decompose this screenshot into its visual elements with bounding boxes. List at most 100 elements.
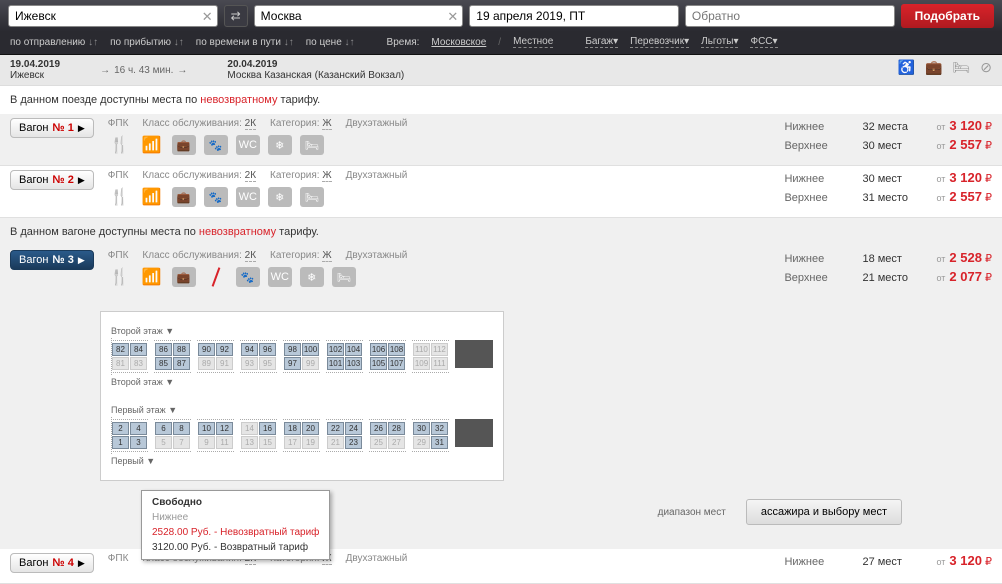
place-type: Нижнее: [784, 173, 844, 185]
seat[interactable]: 90: [198, 343, 215, 356]
wagon-meta: ФПК Класс обслуживания: 2К Категория: Ж …: [108, 170, 718, 181]
seat: 27: [388, 436, 405, 449]
place-type: Верхнее: [784, 272, 844, 284]
seat[interactable]: 85: [155, 357, 172, 370]
sort-arrival[interactable]: по прибытию ↓↑: [110, 37, 184, 48]
filter-benefits[interactable]: Льготы▾: [701, 36, 738, 48]
seat: 11: [216, 436, 233, 449]
restaurant-icon: 🍴: [108, 135, 132, 155]
wagon-button-active[interactable]: Вагон № 3 ▶: [10, 250, 94, 270]
price: 3 120: [949, 553, 982, 568]
wagon-button[interactable]: Вагон № 1 ▶: [10, 118, 94, 138]
arrival-station: Москва Казанская (Казанский Вокзал): [227, 70, 404, 81]
blank-compartment: [455, 340, 493, 368]
sort-duration[interactable]: по времени в пути ↓↑: [196, 37, 294, 48]
seat[interactable]: 31: [431, 436, 448, 449]
seat: 25: [370, 436, 387, 449]
price: 2 557: [949, 189, 982, 204]
filter-carrier[interactable]: Перевозчик▾: [630, 36, 689, 48]
seat[interactable]: 96: [259, 343, 276, 356]
time-moscow[interactable]: Московское: [431, 37, 486, 48]
chevron-right-icon: ▶: [78, 123, 85, 134]
sort-price[interactable]: по цене ↓↑: [306, 37, 355, 48]
seat[interactable]: 26: [370, 422, 387, 435]
seat[interactable]: 23: [345, 436, 362, 449]
seat[interactable]: 82: [112, 343, 129, 356]
seat[interactable]: 102: [327, 343, 344, 356]
seat[interactable]: 18: [284, 422, 301, 435]
aircon-icon: ❄: [268, 135, 292, 155]
departure-station: Ижевск: [10, 70, 60, 81]
bed-icon: 🛏: [952, 59, 970, 81]
seat: 109: [413, 357, 430, 370]
to-input[interactable]: [254, 5, 464, 27]
seat[interactable]: 104: [345, 343, 362, 356]
seat[interactable]: 1: [112, 436, 129, 449]
seat[interactable]: 94: [241, 343, 258, 356]
swap-button[interactable]: ⇄: [224, 5, 248, 27]
seat: 89: [198, 357, 215, 370]
seat[interactable]: 87: [173, 357, 190, 370]
seat[interactable]: 103: [345, 357, 362, 370]
chevron-right-icon: ▶: [78, 175, 85, 186]
seat[interactable]: 8: [173, 422, 190, 435]
service-icons: 🍴 📶 💼 🐾 WC ❄ 🛏: [108, 267, 718, 287]
aircon-icon: ❄: [268, 187, 292, 207]
seat[interactable]: 105: [370, 357, 387, 370]
seat: 17: [284, 436, 301, 449]
seat[interactable]: 10: [198, 422, 215, 435]
amenity-icons: ♿ 💼 🛏 ⊘: [898, 59, 992, 81]
signal-icon: 📶: [140, 135, 164, 155]
range-note: диапазон мест: [658, 507, 726, 518]
seat[interactable]: 20: [302, 422, 319, 435]
filter-baggage[interactable]: Багаж▾: [585, 36, 618, 48]
place-count: 30 мест: [862, 140, 918, 152]
from-input[interactable]: [8, 5, 218, 27]
non-refund-train-note: В данном поезде доступны места по невозв…: [0, 86, 1002, 114]
submit-button[interactable]: Подобрать: [901, 4, 994, 28]
next-step-button[interactable]: ассажира и выбору мест: [746, 499, 902, 525]
seat[interactable]: 86: [155, 343, 172, 356]
wagon-button[interactable]: Вагон № 2 ▶: [10, 170, 94, 190]
seat[interactable]: 12: [216, 422, 233, 435]
time-local[interactable]: Местное: [513, 36, 553, 48]
seat[interactable]: 84: [130, 343, 147, 356]
seat[interactable]: 24: [345, 422, 362, 435]
filter-fss[interactable]: ФСС▾: [750, 36, 777, 48]
seat[interactable]: 6: [155, 422, 172, 435]
seat[interactable]: 88: [173, 343, 190, 356]
clear-to-icon[interactable]: ✕: [447, 9, 458, 25]
seat: 112: [431, 343, 448, 356]
pet-icon: 🐾: [204, 187, 228, 207]
duration: → 16 ч. 43 мин. →: [100, 59, 187, 81]
seat[interactable]: 98: [284, 343, 301, 356]
seat[interactable]: 101: [327, 357, 344, 370]
clear-from-icon[interactable]: ✕: [202, 9, 213, 25]
date-wrap: [469, 5, 679, 27]
seat[interactable]: 100: [302, 343, 319, 356]
wagon-button[interactable]: Вагон № 4 ▶: [10, 553, 94, 573]
seat[interactable]: 4: [130, 422, 147, 435]
seat[interactable]: 22: [327, 422, 344, 435]
seat[interactable]: 3: [130, 436, 147, 449]
seat[interactable]: 97: [284, 357, 301, 370]
deck-upper: 8284818386888587909289919496939598100979…: [111, 340, 493, 373]
seat[interactable]: 32: [431, 422, 448, 435]
seat[interactable]: 28: [388, 422, 405, 435]
return-input[interactable]: [685, 5, 895, 27]
seat[interactable]: 106: [370, 343, 387, 356]
seat[interactable]: 30: [413, 422, 430, 435]
from-wrap: ✕: [8, 5, 218, 27]
date-input[interactable]: [469, 5, 679, 27]
seat[interactable]: 108: [388, 343, 405, 356]
seat[interactable]: 92: [216, 343, 233, 356]
wagon-row: Вагон № 1 ▶ ФПК Класс обслуживания: 2К К…: [0, 114, 1002, 166]
sort-departure[interactable]: по отправлению ↓↑: [10, 37, 98, 48]
seat[interactable]: 107: [388, 357, 405, 370]
bed-icon: 🛏: [332, 267, 356, 287]
seat[interactable]: 2: [112, 422, 129, 435]
wagon-meta: ФПК Класс обслуживания: 2К Категория: Ж …: [108, 118, 718, 129]
seat: 95: [259, 357, 276, 370]
seat[interactable]: 16: [259, 422, 276, 435]
seat-map: Второй этаж 8284818386888587909289919496…: [100, 311, 504, 481]
